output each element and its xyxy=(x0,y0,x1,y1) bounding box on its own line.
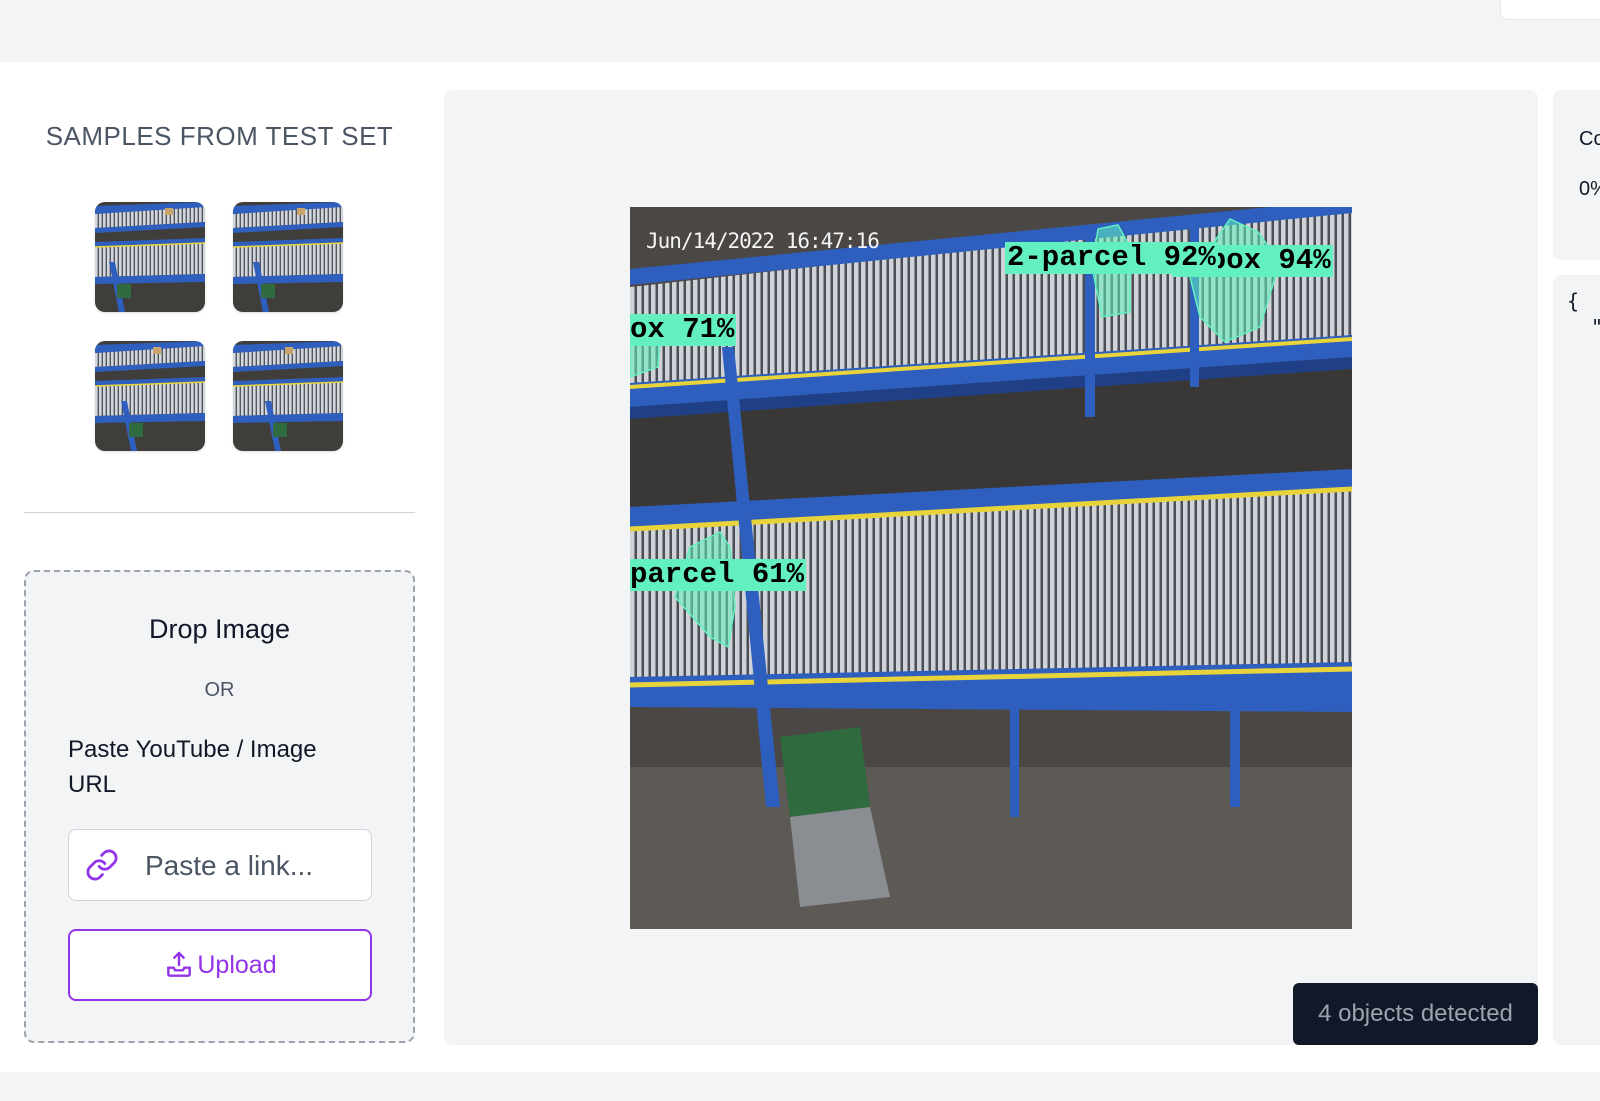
link-input-container[interactable] xyxy=(68,829,372,901)
sample-thumbnail-2[interactable] xyxy=(233,202,343,312)
summary-card: Co 0% xyxy=(1553,90,1600,260)
link-input[interactable] xyxy=(145,844,360,888)
footer-strip xyxy=(0,1072,1600,1101)
result-viewer: Jun/14/2022 16:47:16 1-box 94% 2-parcel … xyxy=(444,90,1538,1045)
image-dropzone[interactable]: Drop Image OR Paste YouTube / Image URL … xyxy=(24,570,415,1043)
json-line-2: " xyxy=(1591,315,1600,339)
sample-thumbnail-1[interactable] xyxy=(95,202,205,312)
result-image: Jun/14/2022 16:47:16 1-box 94% 2-parcel … xyxy=(630,207,1352,929)
detection-label: parcel 61% xyxy=(630,558,807,591)
upload-icon xyxy=(167,951,192,977)
upload-button[interactable]: Upload xyxy=(68,929,372,1001)
summary-line-2: 0% xyxy=(1579,178,1600,200)
json-line-1: { xyxy=(1567,289,1580,313)
summary-line-1: Co xyxy=(1579,128,1600,150)
sample-thumbnail-4[interactable] xyxy=(233,341,343,451)
drop-image-title: Drop Image xyxy=(148,614,291,644)
link-icon xyxy=(86,849,118,881)
camera-timestamp: Jun/14/2022 16:47:16 xyxy=(646,229,880,253)
top-control[interactable] xyxy=(1500,0,1600,20)
top-bar xyxy=(0,0,1600,62)
detection-label: ox 71% xyxy=(630,313,737,346)
or-separator: OR xyxy=(204,679,235,701)
samples-title: SAMPLES FROM TEST SET xyxy=(45,121,394,151)
upload-label: Upload xyxy=(197,950,277,979)
objects-detected-badge: 4 objects detected xyxy=(1293,983,1538,1045)
paste-url-label: Paste YouTube / Image URL xyxy=(68,736,317,798)
sidebar-divider xyxy=(24,512,415,513)
detection-label: 2-parcel 92% xyxy=(1005,241,1218,274)
json-output-panel: { " xyxy=(1553,275,1600,1045)
sample-thumbnail-3[interactable] xyxy=(95,341,205,451)
